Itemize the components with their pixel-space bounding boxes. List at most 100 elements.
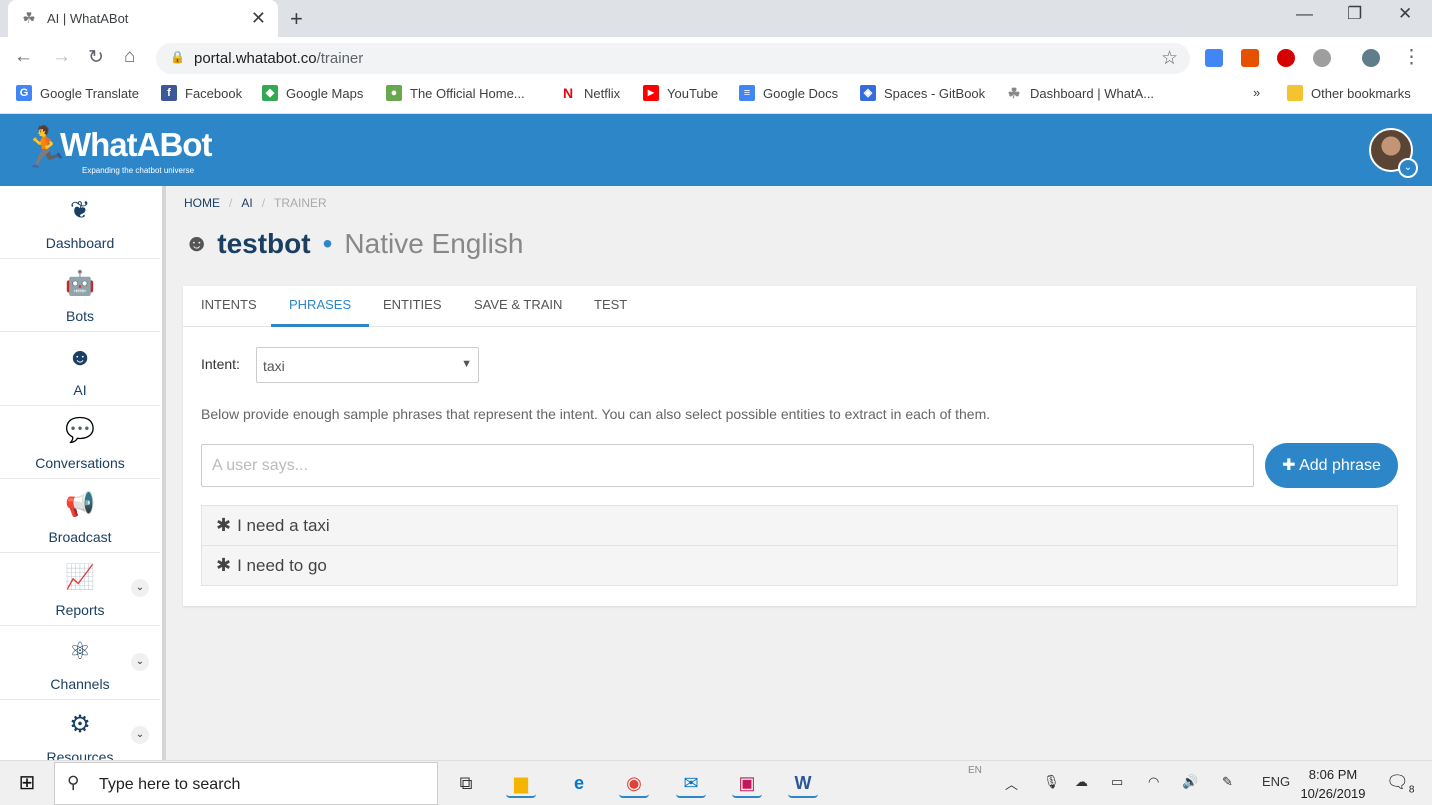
file-explorer-icon[interactable]: ▆ xyxy=(506,768,536,798)
bookmark-gitbook[interactable]: ◈ Spaces - GitBook xyxy=(860,85,985,101)
office-ext-icon[interactable] xyxy=(1241,49,1259,67)
user-says-input[interactable]: A user says... xyxy=(201,444,1254,487)
runner-logo-icon: 🏃 xyxy=(20,126,70,170)
bookmark-official-home[interactable]: ● The Official Home... xyxy=(386,85,525,101)
microphone-icon[interactable]: 🎙 xyxy=(1043,774,1060,790)
taskbar-clock[interactable]: 8:06 PM 10/26/2019 xyxy=(1292,765,1374,803)
browser-tab-strip: ☘ AI | WhatABot ✕ + — ❐ ✕ xyxy=(0,0,1432,37)
app-header: 🏃 WhatABot Expanding the chatbot univers… xyxy=(0,114,1432,186)
wifi-icon[interactable]: ◠ xyxy=(1148,774,1159,790)
google-translate-ext-icon[interactable] xyxy=(1205,49,1223,67)
bookmark-youtube[interactable]: ▶ YouTube xyxy=(643,85,718,101)
bookmarks-bar: G Google Translate f Facebook ◆ Google Maps… xyxy=(0,79,1432,114)
megaphone-icon: 📢 xyxy=(65,491,95,518)
input-language[interactable]: ENG xyxy=(1262,774,1290,789)
outlook-icon[interactable]: ✉ xyxy=(676,768,706,798)
home-icon[interactable]: ⌂ xyxy=(124,46,135,68)
bookmark-facebook[interactable]: f Facebook xyxy=(161,85,242,101)
bookmark-whatabot-dashboard[interactable]: ☘ Dashboard | WhatA... xyxy=(1006,85,1154,101)
minimize-icon[interactable]: — xyxy=(1296,4,1313,24)
browser-tab[interactable]: ☘ AI | WhatABot ✕ xyxy=(8,0,278,37)
chevron-down-icon[interactable]: ⌄ xyxy=(1398,158,1418,178)
list-item[interactable]: ✱ I need a taxi xyxy=(201,505,1398,546)
onedrive-cloud-icon[interactable]: ☁ xyxy=(1075,774,1088,790)
breadcrumb: HOME / AI / TRAINER xyxy=(184,196,327,210)
netflix-icon: N xyxy=(560,85,576,101)
bookmark-google-docs[interactable]: ≡ Google Docs xyxy=(739,85,838,101)
pen-icon[interactable]: ✎ xyxy=(1222,774,1233,790)
google-translate-icon: G xyxy=(16,85,32,101)
new-tab-button[interactable]: + xyxy=(290,6,303,32)
tab-phrases[interactable]: PHRASES xyxy=(271,286,370,327)
brand-name: WhatABot xyxy=(60,126,212,163)
notification-icon[interactable]: 🗨8 xyxy=(1386,772,1414,796)
chevron-up-icon[interactable]: ︿ xyxy=(1005,774,1018,793)
phrase-text: I need to go xyxy=(237,555,327,575)
sidebar-item-dashboard[interactable]: ❦ Dashboard xyxy=(0,186,160,259)
sidebar-item-label: Conversations xyxy=(35,455,125,471)
address-bar[interactable]: 🔒 portal.whatabot.co/trainer ☆ xyxy=(156,43,1190,74)
other-bookmarks[interactable]: Other bookmarks xyxy=(1287,85,1411,101)
breadcrumb-home[interactable]: HOME xyxy=(184,196,220,210)
user-says-placeholder: A user says... xyxy=(212,457,309,474)
remote-desktop-icon[interactable]: ▣ xyxy=(732,768,762,798)
folder-icon xyxy=(1287,85,1303,101)
browser-toolbar: ← → ↻ ⌂ 🔒 portal.whatabot.co/trainer ☆ ⋮ xyxy=(0,37,1432,79)
word-icon[interactable]: W xyxy=(788,768,818,798)
intent-select-value: taxi xyxy=(263,358,285,374)
bot-language: Native English xyxy=(344,228,524,259)
forward-arrow-icon[interactable]: → xyxy=(52,46,71,68)
intent-select[interactable]: taxi ▼ xyxy=(256,347,479,383)
sidebar-item-channels[interactable]: ⚛ Channels ⌄ xyxy=(0,627,160,700)
sidebar-item-label: Bots xyxy=(65,308,94,324)
bookmark-star-icon[interactable]: ☆ xyxy=(1161,47,1178,70)
task-view-icon[interactable]: ⧉ xyxy=(451,768,481,798)
chevron-down-icon[interactable]: ⌄ xyxy=(131,726,149,744)
bookmark-google-translate[interactable]: G Google Translate xyxy=(16,85,139,101)
reload-icon[interactable]: ↻ xyxy=(88,46,104,69)
trainer-card: INTENTS PHRASES ENTITIES SAVE & TRAIN TE… xyxy=(183,286,1416,606)
taskbar-search[interactable]: ⚲ Type here to search xyxy=(54,762,438,805)
tab-test[interactable]: TEST xyxy=(576,286,645,327)
bookmarks-overflow-button[interactable]: » xyxy=(1253,85,1260,100)
windows-taskbar: ⊞ ⚲ Type here to search ⧉ ▆ e ◉ ✉ ▣ W EN… xyxy=(0,760,1432,805)
sidebar-item-label: Channels xyxy=(50,676,110,692)
gear-icon: ⚙ xyxy=(69,711,91,738)
tab-save-train[interactable]: SAVE & TRAIN xyxy=(456,286,580,327)
sidebar-item-conversations[interactable]: 💬 Conversations xyxy=(0,406,160,479)
dropdown-arrow-icon: ▼ xyxy=(461,358,472,370)
chevron-down-icon[interactable]: ⌄ xyxy=(131,653,149,671)
network-icon: ⚛ xyxy=(69,638,91,665)
volume-icon[interactable]: 🔊 xyxy=(1182,774,1198,790)
profile-icon[interactable] xyxy=(1362,49,1380,67)
sidebar-item-label: Resources xyxy=(46,749,114,760)
maximize-icon[interactable]: ❐ xyxy=(1347,4,1362,24)
sidebar-item-ai[interactable]: ☻ AI xyxy=(0,333,160,406)
chart-line-icon: 📈 xyxy=(65,564,95,591)
windows-start-icon[interactable]: ⊞ xyxy=(0,761,54,805)
chevron-down-icon[interactable]: ⌄ xyxy=(131,579,149,597)
google-maps-icon: ◆ xyxy=(262,85,278,101)
close-window-icon[interactable]: ✕ xyxy=(1398,4,1412,24)
back-arrow-icon[interactable]: ← xyxy=(14,46,33,68)
chrome-icon[interactable]: ◉ xyxy=(619,768,649,798)
power-ext-icon[interactable] xyxy=(1313,49,1331,67)
breadcrumb-ai[interactable]: AI xyxy=(241,196,252,210)
battery-icon[interactable]: ▭ xyxy=(1111,774,1123,790)
menu-kebab-icon[interactable]: ⋮ xyxy=(1402,46,1421,69)
list-item[interactable]: ✱ I need to go xyxy=(201,545,1398,586)
bookmark-google-maps[interactable]: ◆ Google Maps xyxy=(262,85,363,101)
edge-icon[interactable]: e xyxy=(564,768,594,798)
adblock-ext-icon[interactable] xyxy=(1277,49,1295,67)
sidebar-item-resources[interactable]: ⚙ Resources ⌄ xyxy=(0,700,160,760)
chat-bubbles-icon: 💬 xyxy=(65,417,95,444)
sidebar-item-broadcast[interactable]: 📢 Broadcast xyxy=(0,480,160,553)
tab-entities[interactable]: ENTITIES xyxy=(365,286,460,327)
tab-intents[interactable]: INTENTS xyxy=(183,286,275,327)
phrases-description: Below provide enough sample phrases that… xyxy=(201,406,991,422)
bookmark-netflix[interactable]: N Netflix xyxy=(560,85,620,101)
sidebar-item-reports[interactable]: 📈 Reports ⌄ xyxy=(0,553,160,626)
sidebar-item-bots[interactable]: 🤖 Bots xyxy=(0,259,160,332)
close-tab-icon[interactable]: ✕ xyxy=(251,8,266,29)
add-phrase-button[interactable]: ✚ Add phrase xyxy=(1265,443,1398,488)
